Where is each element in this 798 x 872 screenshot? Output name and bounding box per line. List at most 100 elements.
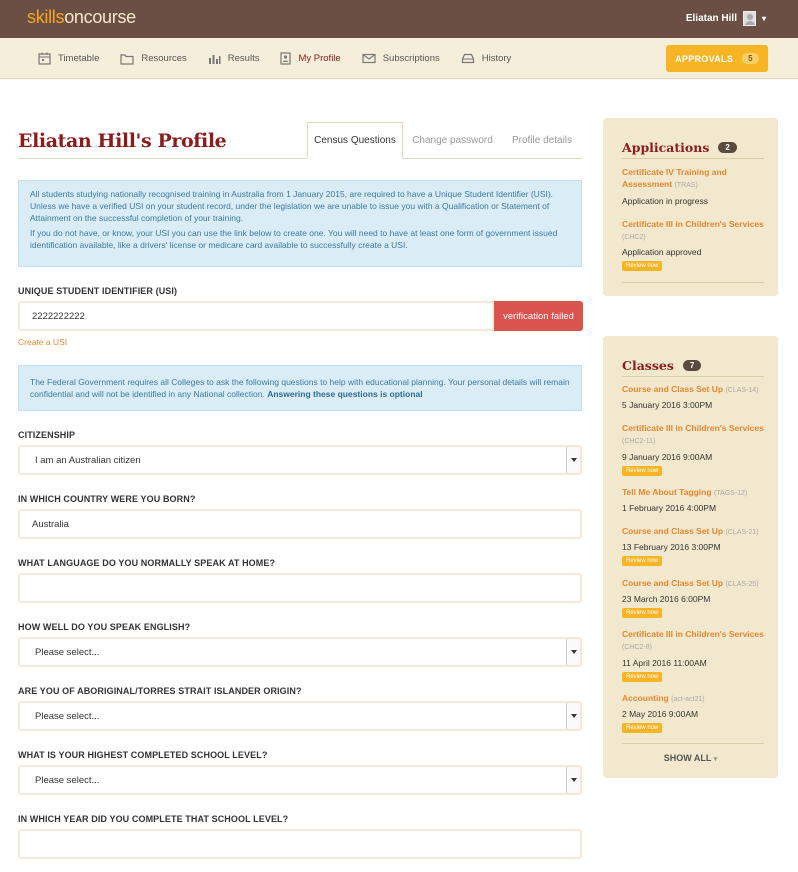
show-all-classes-button[interactable]: SHOW ALL ▾ xyxy=(603,753,778,763)
tab-census-questions[interactable]: Census Questions xyxy=(307,122,403,159)
census-info-optional: Answering these questions is optional xyxy=(267,389,423,399)
aboriginal-origin-label: ARE YOU OF ABORIGINAL/TORRES STRAIT ISLA… xyxy=(18,686,302,696)
school-year-input[interactable] xyxy=(18,829,582,859)
class-code: (TAGS-12) xyxy=(713,490,748,497)
class-item: Certificate III in Children's Services (… xyxy=(622,422,767,476)
brand-part-1: skills xyxy=(27,7,65,27)
class-item: Tell Me About Tagging (TAGS-12) 1 Februa… xyxy=(622,486,767,514)
citizenship-select[interactable]: I am an Australian citizen xyxy=(18,445,582,475)
nav-label: Results xyxy=(227,53,260,64)
nav-label: Resources xyxy=(141,53,187,64)
class-title-link[interactable]: Course and Class Set Up xyxy=(622,578,723,588)
nav-item-results[interactable]: Results xyxy=(208,38,260,79)
class-item: Accounting (act-act21) 2 May 2016 9:00AM… xyxy=(622,692,767,733)
citizenship-label: CITIZENSHIP xyxy=(18,430,76,440)
classes-divider xyxy=(622,376,764,377)
applications-count-badge: 2 xyxy=(718,142,737,153)
class-date: 13 February 2016 3:00PM xyxy=(622,542,721,552)
class-date: 2 May 2016 9:00AM xyxy=(622,709,699,719)
review-now-button[interactable]: Review now xyxy=(622,556,663,566)
class-title-link[interactable]: Accounting xyxy=(622,693,669,703)
class-title-link[interactable]: Course and Class Set Up xyxy=(622,384,723,394)
class-code: (CHC2-8) xyxy=(622,644,652,651)
class-title-link[interactable]: Tell Me About Tagging xyxy=(622,487,712,497)
aboriginal-origin-select[interactable]: Please select... xyxy=(18,701,582,731)
english-level-select[interactable]: Please select... xyxy=(18,637,582,667)
english-level-value: Please select... xyxy=(35,646,100,658)
nav-item-my-profile[interactable]: My Profile xyxy=(280,38,341,79)
class-item: Course and Class Set Up (CLAS-21) 13 Feb… xyxy=(622,525,767,566)
avatar-icon xyxy=(742,11,756,26)
class-date: 9 January 2016 9:00AM xyxy=(622,452,713,462)
review-now-button[interactable]: Review now xyxy=(622,723,663,733)
review-now-button[interactable]: Review now xyxy=(622,261,663,271)
school-level-value: Please select... xyxy=(35,774,100,786)
usi-input[interactable]: 2222222222 xyxy=(18,301,494,331)
class-date: 11 April 2016 11:00AM xyxy=(622,658,707,668)
application-item: Certificate IV Training and Assessment (… xyxy=(622,166,767,207)
application-status: Application approved xyxy=(622,247,702,257)
nav-item-timetable[interactable]: Timetable xyxy=(38,38,99,79)
applications-divider xyxy=(622,158,764,159)
application-code: (TRAS) xyxy=(674,182,698,189)
classes-count-badge: 7 xyxy=(682,360,702,371)
classes-title-text: Classes xyxy=(622,358,674,373)
nav-label: Timetable xyxy=(58,53,100,64)
folder-icon xyxy=(120,53,134,65)
aboriginal-origin-value: Please select... xyxy=(35,710,100,722)
country-born-label: IN WHICH COUNTRY WERE YOU BORN? xyxy=(18,494,196,504)
approvals-button[interactable]: APPROVALS 5 xyxy=(666,45,768,72)
application-code: (CHC2) xyxy=(622,234,646,241)
usi-info-paragraph-2: If you do not have, or know, your USI yo… xyxy=(30,228,558,250)
nav-label: Subscriptions xyxy=(382,53,440,64)
verification-status-badge: verification failed xyxy=(494,301,583,331)
home-language-label: WHAT LANGUAGE DO YOU NORMALLY SPEAK AT H… xyxy=(18,558,276,568)
user-menu[interactable]: Eliatan Hill ▾ xyxy=(686,11,766,26)
classes-bottom-divider xyxy=(622,743,764,744)
timetable-icon xyxy=(38,52,51,65)
show-all-label: SHOW ALL xyxy=(663,753,712,763)
class-code: (CLAS-21) xyxy=(725,529,759,536)
chevron-down-icon xyxy=(566,767,580,793)
classes-panel: Classes 7 Course and Class Set Up (CLAS-… xyxy=(603,336,778,778)
class-item: Course and Class Set Up (CLAS-14) 5 Janu… xyxy=(622,383,767,411)
application-title-link[interactable]: Certificate III in Children's Services xyxy=(622,219,764,229)
user-name: Eliatan Hill xyxy=(685,13,737,24)
home-language-input[interactable] xyxy=(18,573,582,603)
approvals-count-badge: 5 xyxy=(742,53,759,64)
nav-item-history[interactable]: History xyxy=(461,38,512,79)
class-title-link[interactable]: Certificate III in Children's Services xyxy=(622,423,764,433)
class-code: (act-act21) xyxy=(671,696,705,703)
review-now-button[interactable]: Review now xyxy=(622,608,663,618)
class-title-link[interactable]: Certificate III in Children's Services xyxy=(622,629,764,639)
applications-bottom-divider xyxy=(622,282,764,283)
profile-icon xyxy=(280,52,292,65)
brand-logo[interactable]: skillsoncourse xyxy=(27,7,136,28)
application-item: Certificate III in Children's Services (… xyxy=(622,218,767,271)
review-now-button[interactable]: Review now xyxy=(622,466,663,476)
review-now-button[interactable]: Review now xyxy=(622,672,663,682)
school-year-label: IN WHICH YEAR DID YOU COMPLETE THAT SCHO… xyxy=(18,814,289,824)
tab-change-password[interactable]: Change password xyxy=(403,122,502,159)
chevron-down-icon xyxy=(566,639,580,665)
country-born-input[interactable]: Australia xyxy=(18,509,582,539)
school-level-select[interactable]: Please select... xyxy=(18,765,582,795)
class-code: (CLAS-14) xyxy=(725,387,759,394)
class-title-link[interactable]: Course and Class Set Up xyxy=(622,526,723,536)
class-item: Certificate III in Children's Services (… xyxy=(622,628,767,682)
nav-item-subscriptions[interactable]: Subscriptions xyxy=(362,38,440,79)
nav-label: My Profile xyxy=(298,53,341,64)
class-code: (CLAS-25) xyxy=(725,581,759,588)
nav-label: History xyxy=(481,53,512,64)
english-level-label: HOW WELL DO YOU SPEAK ENGLISH? xyxy=(18,622,191,632)
create-usi-link[interactable]: Create a USI xyxy=(18,337,67,347)
history-icon xyxy=(461,53,474,64)
application-status: Application in progress xyxy=(622,196,708,206)
page-title: Eliatan Hill's Profile xyxy=(18,130,227,152)
chevron-down-icon: ▾ xyxy=(761,14,766,23)
nav-item-resources[interactable]: Resources xyxy=(120,38,187,79)
top-bar: skillsoncourse Eliatan Hill ▾ xyxy=(0,0,798,38)
applications-panel: Applications 2 Certificate IV Training a… xyxy=(603,118,778,296)
tab-profile-details[interactable]: Profile details xyxy=(502,122,582,159)
class-item: Course and Class Set Up (CLAS-25) 23 Mar… xyxy=(622,577,767,618)
